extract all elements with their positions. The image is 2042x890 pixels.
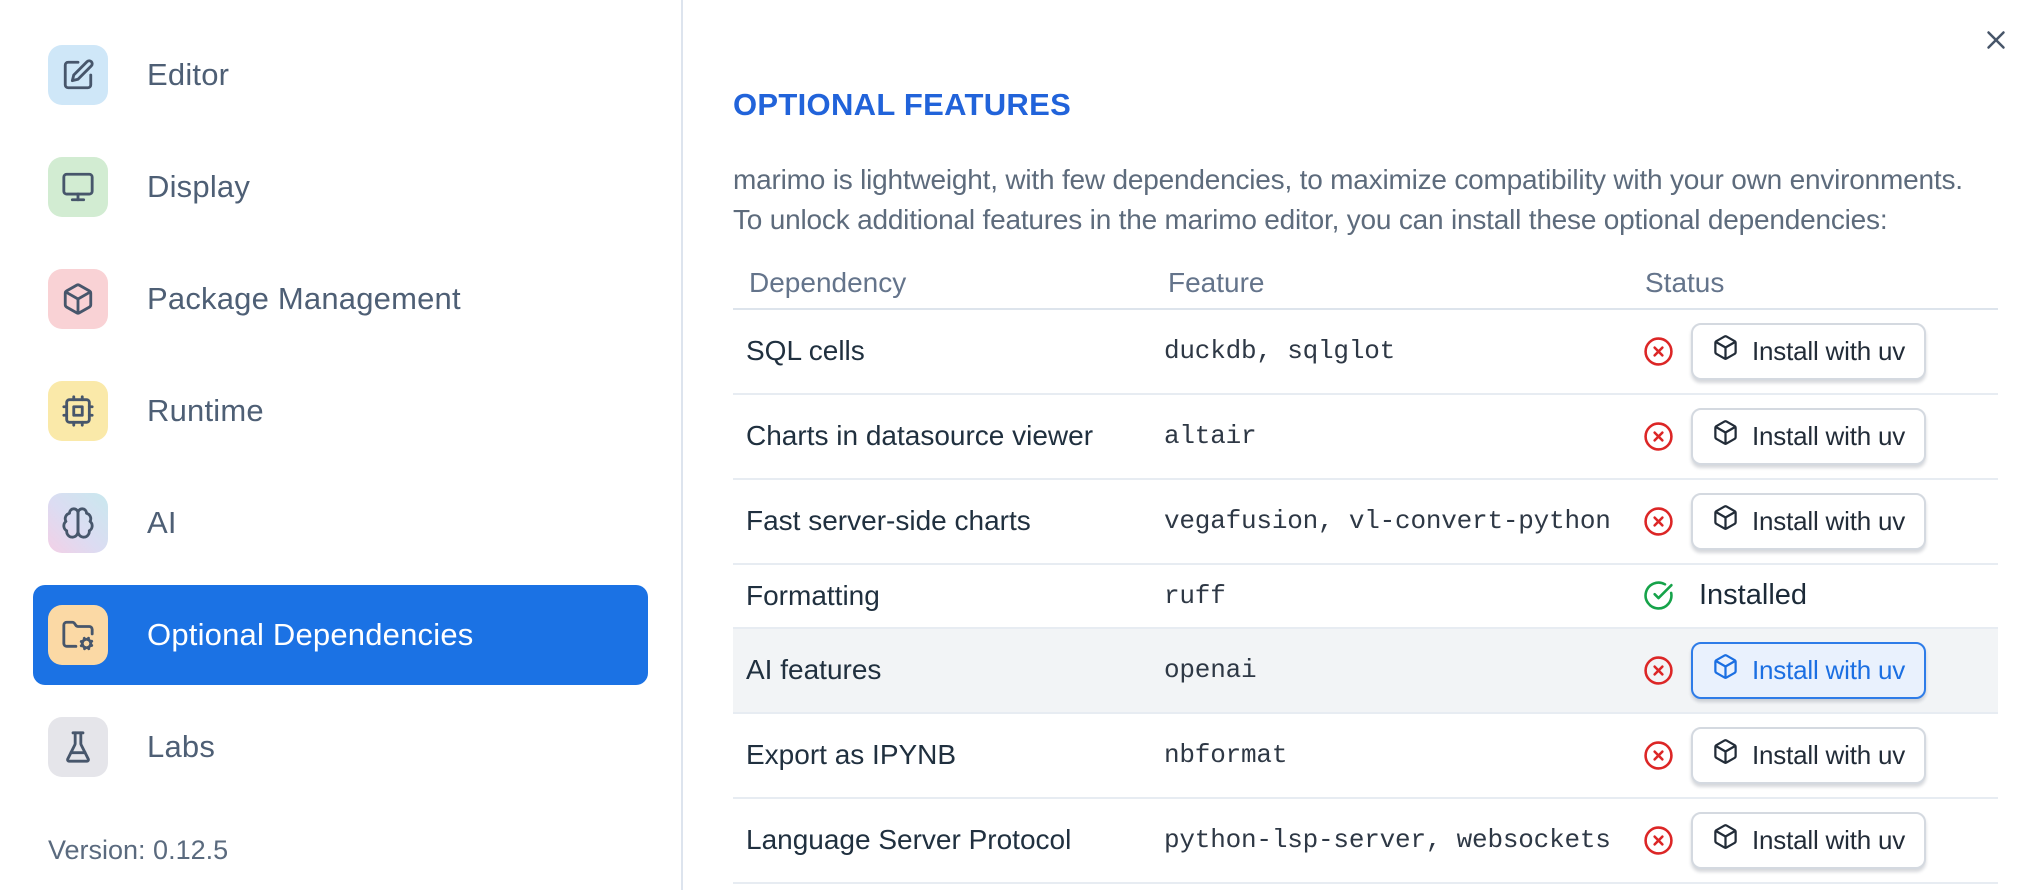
- cpu-icon: [48, 381, 108, 441]
- install-with-uv-button[interactable]: Install with uv: [1691, 726, 1927, 784]
- table-row: Export as IPYNB nbformat Install with uv: [733, 714, 1998, 799]
- table-row: Charts in datasource viewer altair Insta…: [733, 395, 1998, 480]
- package-box-icon: [1712, 823, 1739, 857]
- feature-cell: python-lsp-server, websockets: [1164, 825, 1611, 856]
- feature-cell: duckdb, sqlglot: [1164, 336, 1396, 367]
- not-installed-icon: [1643, 740, 1674, 771]
- box-icon: [48, 269, 108, 329]
- dependency-cell: Charts in datasource viewer: [746, 420, 1094, 452]
- sidebar-item-package-management[interactable]: Package Management: [33, 249, 648, 349]
- sidebar-item-editor[interactable]: Editor: [33, 25, 648, 125]
- status-cell: Install with uv: [1623, 629, 1998, 712]
- not-installed-icon: [1643, 336, 1674, 367]
- package-box-icon: [1712, 504, 1739, 538]
- status-cell: Install with uv: [1623, 395, 1998, 478]
- package-box-icon: [1712, 653, 1739, 687]
- square-pen-icon: [48, 45, 108, 105]
- sidebar-nav: Editor Display Package Management Runtim…: [33, 25, 648, 797]
- installed-label: Installed: [1699, 579, 1808, 612]
- table-header-row: Dependency Feature Status: [733, 258, 1998, 310]
- table-row: Language Server Protocol python-lsp-serv…: [733, 799, 1998, 884]
- dependency-cell: Formatting: [746, 579, 880, 611]
- feature-cell: altair: [1164, 421, 1257, 452]
- install-with-uv-button[interactable]: Install with uv: [1691, 492, 1927, 550]
- table-body: SQL cells duckdb, sqlglot Install with u…: [733, 310, 1998, 884]
- dependency-cell: Export as IPYNB: [746, 739, 957, 771]
- dependency-cell: Language Server Protocol: [746, 824, 1072, 856]
- package-box-icon: [1712, 419, 1739, 453]
- table-row: AI features openai Install with uv: [733, 628, 1998, 714]
- folder-cog-icon: [48, 605, 108, 665]
- table-row: Formatting ruff Installed: [733, 565, 1998, 629]
- page-title: OPTIONAL FEATURES: [733, 86, 1072, 122]
- install-with-uv-button[interactable]: Install with uv: [1691, 322, 1927, 380]
- install-with-uv-button[interactable]: Install with uv: [1691, 407, 1927, 465]
- status-cell: Install with uv: [1623, 310, 1998, 393]
- description-line: To unlock additional features in the mar…: [733, 203, 1888, 235]
- package-box-icon: [1712, 334, 1739, 368]
- dependency-cell: AI features: [746, 654, 882, 686]
- dependency-cell: Fast server-side charts: [746, 505, 1031, 537]
- flask-icon: [48, 717, 108, 777]
- sidebar-item-labs[interactable]: Labs: [33, 697, 648, 797]
- status-cell: Install with uv: [1623, 480, 1998, 563]
- sidebar-item-optional-dependencies[interactable]: Optional Dependencies: [33, 585, 648, 685]
- not-installed-icon: [1643, 655, 1674, 686]
- install-with-uv-button[interactable]: Install with uv: [1691, 641, 1927, 699]
- installed-check-icon: [1643, 580, 1674, 611]
- feature-cell: vegafusion, vl-convert-python: [1164, 506, 1611, 537]
- version-label: Version: 0.12.5: [48, 835, 229, 865]
- sidebar-item-ai[interactable]: AI: [33, 473, 648, 573]
- close-icon: [1981, 25, 2011, 58]
- install-with-uv-button[interactable]: Install with uv: [1691, 811, 1927, 869]
- status-cell: Install with uv: [1623, 799, 1998, 882]
- feature-cell: nbformat: [1164, 740, 1288, 771]
- sidebar-item-display[interactable]: Display: [33, 137, 648, 237]
- package-box-icon: [1712, 738, 1739, 772]
- column-header-status: Status: [1645, 266, 1725, 298]
- feature-cell: ruff: [1164, 580, 1226, 611]
- brain-icon: [48, 493, 108, 553]
- optional-features-panel: OPTIONAL FEATURES marimo is lightweight,…: [685, 0, 2042, 890]
- dependency-cell: SQL cells: [746, 335, 865, 367]
- dependencies-table: Dependency Feature Status SQL cells duck…: [733, 258, 1998, 884]
- column-header-feature: Feature: [1168, 266, 1265, 298]
- not-installed-icon: [1643, 506, 1674, 537]
- table-row: Fast server-side charts vegafusion, vl-c…: [733, 480, 1998, 565]
- feature-cell: openai: [1164, 655, 1257, 686]
- panel-description: marimo is lightweight, with few dependen…: [733, 160, 2042, 240]
- not-installed-icon: [1643, 421, 1674, 452]
- not-installed-icon: [1643, 825, 1674, 856]
- status-cell: Install with uv: [1623, 714, 1998, 797]
- monitor-icon: [48, 157, 108, 217]
- description-line: marimo is lightweight, with few dependen…: [733, 163, 1963, 195]
- settings-sidebar: Editor Display Package Management Runtim…: [0, 0, 683, 890]
- close-button[interactable]: [1980, 25, 2012, 57]
- table-row: SQL cells duckdb, sqlglot Install with u…: [733, 310, 1998, 395]
- sidebar-item-runtime[interactable]: Runtime: [33, 361, 648, 461]
- column-header-dependency: Dependency: [749, 266, 907, 298]
- status-cell: Installed: [1623, 565, 1998, 627]
